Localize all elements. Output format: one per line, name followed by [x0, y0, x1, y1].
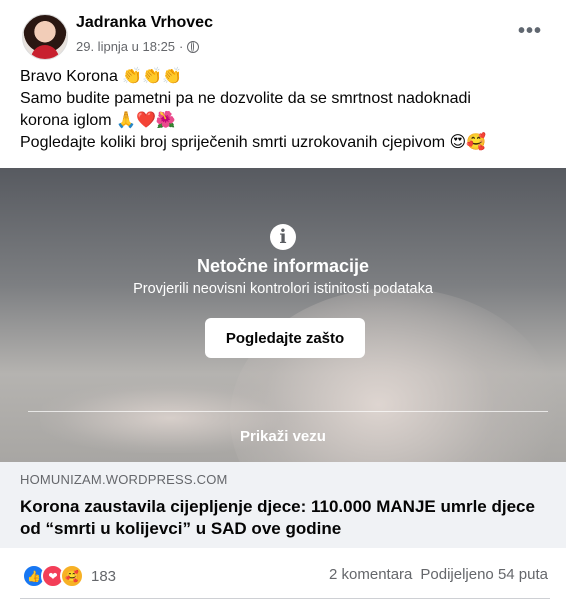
reactions-summary[interactable]: 👍 ❤ 🥰 183: [22, 564, 116, 588]
author-name[interactable]: Jadranka Vrhovec: [76, 14, 213, 32]
shares-count[interactable]: Podijeljeno 54 puta: [420, 566, 548, 583]
footer-divider: [20, 598, 550, 599]
more-options-button[interactable]: •••: [518, 21, 542, 41]
post-text-line: Bravo Korona 👏👏👏: [20, 68, 183, 85]
post-footer: 👍 ❤ 🥰 183 2 komentara Podijeljeno 54 put…: [0, 560, 566, 590]
post-text-line: korona iglom 🙏❤️🌺: [20, 112, 176, 129]
post-text-line: Samo budite pametni pa ne dozvolite da s…: [20, 90, 471, 107]
post-meta: 29. lipnja u 18:25 ·: [76, 39, 200, 54]
reaction-count[interactable]: 183: [91, 568, 116, 585]
post-date[interactable]: 29. lipnja u 18:25: [76, 39, 175, 54]
care-icon: 🥰: [60, 564, 84, 588]
globe-icon[interactable]: [187, 40, 200, 53]
engagement-stats: 2 komentara Podijeljeno 54 puta: [329, 566, 548, 583]
overlay-divider: [28, 411, 548, 412]
show-link-button[interactable]: Prikaži vezu: [0, 428, 566, 445]
warning-subtitle: Provjerili neovisni kontrolori istinitos…: [133, 281, 433, 297]
link-headline: Korona zaustavila cijepljenje djece: 110…: [20, 497, 535, 538]
facebook-post: Jadranka Vrhovec 29. lipnja u 18:25 · ••…: [0, 0, 566, 603]
link-preview[interactable]: HOMUNIZAM.WORDPRESS.COM Korona zaustavil…: [0, 462, 566, 548]
avatar[interactable]: [22, 14, 68, 60]
link-domain: HOMUNIZAM.WORDPRESS.COM: [20, 472, 228, 487]
avatar-shirt: [31, 45, 59, 59]
info-icon: i: [270, 224, 296, 250]
post-header: Jadranka Vrhovec 29. lipnja u 18:25 · ••…: [18, 12, 548, 62]
see-why-button[interactable]: Pogledajte zašto: [205, 318, 365, 358]
comments-count[interactable]: 2 komentara: [329, 566, 412, 583]
post-text-line: Pogledajte koliki broj spriječenih smrti…: [20, 134, 487, 151]
warning-title: Netočne informacije: [196, 256, 370, 276]
post-text: Bravo Korona 👏👏👏 Samo budite pametni pa …: [20, 66, 550, 154]
meta-separator: ·: [179, 39, 184, 54]
false-info-overlay: i Netočne informacije Provjerili neovisn…: [0, 168, 566, 462]
